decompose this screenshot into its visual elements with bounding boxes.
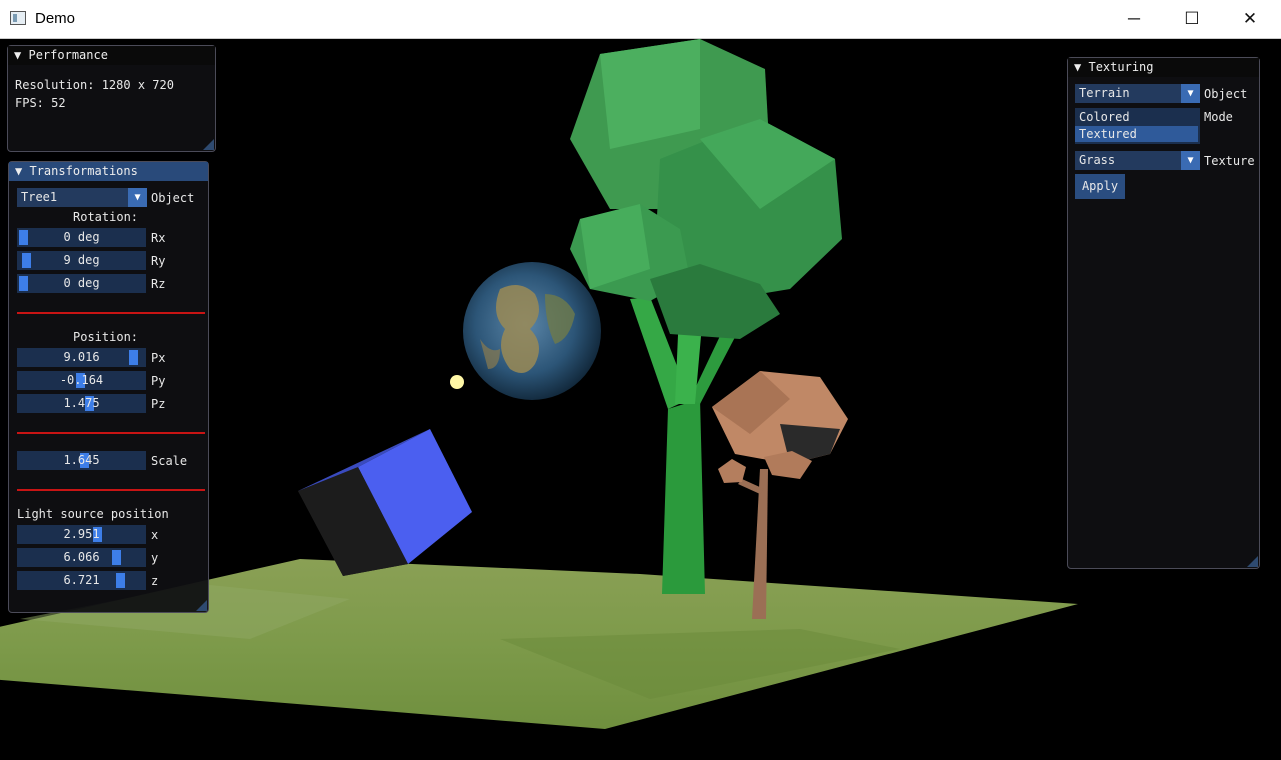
ry-slider[interactable]: 9 deg	[17, 251, 146, 270]
separator	[17, 432, 205, 434]
pz-value: 1.475	[63, 396, 100, 410]
title-bar: Demo ─ ☐ ✕	[0, 0, 1281, 39]
light-source	[450, 375, 464, 389]
collapse-icon[interactable]: ▼	[1074, 60, 1081, 74]
light-x-slider[interactable]: 2.951	[17, 525, 146, 544]
light-y-slider[interactable]: 6.066	[17, 548, 146, 567]
light-z-value: 6.721	[63, 573, 100, 587]
performance-panel: ▼ Performance Resolution: 1280 x 720 FPS…	[7, 45, 216, 152]
px-value: 9.016	[63, 350, 100, 364]
light-z-slider[interactable]: 6.721	[17, 571, 146, 590]
object-select[interactable]: Tree1 ▼	[17, 188, 147, 207]
maximize-button[interactable]: ☐	[1163, 0, 1221, 38]
pz-slider[interactable]: 1.475	[17, 394, 146, 413]
px-label: Px	[151, 351, 166, 365]
object-select-value: Tree1	[21, 190, 58, 204]
minimize-button[interactable]: ─	[1105, 0, 1163, 38]
close-button[interactable]: ✕	[1221, 0, 1279, 38]
rx-value: 0 deg	[63, 230, 100, 244]
rz-slider[interactable]: 0 deg	[17, 274, 146, 293]
texturing-object-value: Terrain	[1079, 86, 1130, 100]
transformations-panel: ▼ Transformations Tree1 ▼ Object Rotatio…	[8, 161, 209, 613]
rotation-heading: Rotation:	[73, 210, 139, 224]
light-heading: Light source position	[17, 507, 169, 521]
apply-button[interactable]: Apply	[1075, 174, 1125, 199]
resize-grip[interactable]	[1247, 556, 1258, 567]
cube-object	[298, 429, 472, 576]
scale-label: Scale	[151, 454, 188, 468]
light-z-label: z	[151, 574, 159, 588]
ry-value: 9 deg	[63, 253, 100, 267]
render-viewport[interactable]: ▼ Performance Resolution: 1280 x 720 FPS…	[0, 39, 1281, 760]
resize-grip[interactable]	[196, 600, 207, 611]
texturing-panel: ▼ Texturing Terrain ▼ Object Colored Tex…	[1067, 57, 1260, 569]
rz-value: 0 deg	[63, 276, 100, 290]
rx-slider[interactable]: 0 deg	[17, 228, 146, 247]
py-label: Py	[151, 374, 166, 388]
texture-label: Texture	[1204, 154, 1255, 168]
scale-value: 1.645	[63, 453, 100, 467]
collapse-icon[interactable]: ▼	[14, 48, 21, 62]
mode-textured[interactable]: Textured	[1075, 126, 1198, 142]
texture-select-value: Grass	[1079, 153, 1116, 167]
texturing-object-label: Object	[1204, 87, 1248, 101]
performance-header[interactable]: ▼ Performance	[8, 46, 215, 65]
performance-title: Performance	[28, 48, 108, 62]
chevron-down-icon[interactable]: ▼	[128, 188, 147, 207]
tree1	[570, 39, 842, 594]
app-icon	[10, 11, 26, 25]
separator	[17, 489, 205, 491]
resolution-text: Resolution: 1280 x 720	[15, 78, 174, 92]
pz-label: Pz	[151, 397, 166, 411]
light-y-value: 6.066	[63, 550, 100, 564]
rz-label: Rz	[151, 277, 166, 291]
mode-listbox[interactable]: Colored Textured	[1075, 108, 1200, 144]
texturing-header[interactable]: ▼ Texturing	[1068, 58, 1259, 77]
collapse-icon[interactable]: ▼	[15, 164, 22, 178]
object-label: Object	[151, 191, 195, 205]
resize-grip[interactable]	[203, 139, 214, 150]
transformations-title: Transformations	[29, 164, 138, 178]
texturing-title: Texturing	[1088, 60, 1154, 74]
chevron-down-icon[interactable]: ▼	[1181, 84, 1200, 103]
mode-label: Mode	[1204, 110, 1233, 124]
earth-sphere	[463, 262, 601, 400]
transformations-header[interactable]: ▼ Transformations	[9, 162, 208, 181]
light-x-label: x	[151, 528, 159, 542]
light-y-label: y	[151, 551, 159, 565]
chevron-down-icon[interactable]: ▼	[1181, 151, 1200, 170]
light-x-value: 2.951	[63, 527, 100, 541]
texturing-object-select[interactable]: Terrain ▼	[1075, 84, 1200, 103]
separator	[17, 312, 205, 314]
scale-slider[interactable]: 1.645	[17, 451, 146, 470]
py-slider[interactable]: -0.164	[17, 371, 146, 390]
px-slider[interactable]: 9.016	[17, 348, 146, 367]
fps-text: FPS: 52	[15, 96, 66, 110]
texture-select[interactable]: Grass ▼	[1075, 151, 1200, 170]
mode-colored[interactable]: Colored	[1075, 109, 1198, 125]
ry-label: Ry	[151, 254, 166, 268]
window-title: Demo	[35, 10, 76, 27]
position-heading: Position:	[73, 330, 139, 344]
rx-label: Rx	[151, 231, 166, 245]
py-value: -0.164	[59, 373, 104, 387]
